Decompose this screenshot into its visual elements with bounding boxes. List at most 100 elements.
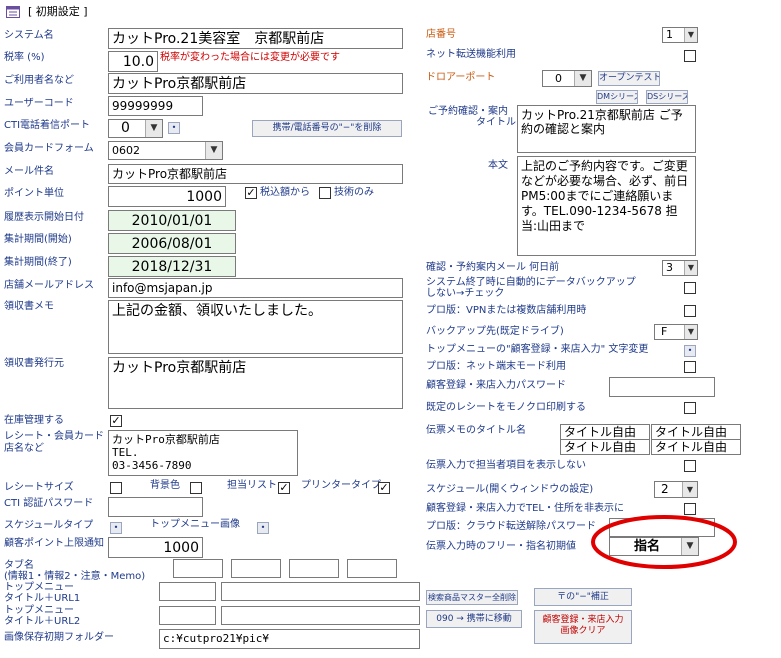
chevron-down-icon[interactable]: ▼ <box>684 28 697 42</box>
chevron-down-icon[interactable]: ▼ <box>684 325 697 339</box>
customer-password-input[interactable] <box>609 377 715 397</box>
user-name-input[interactable]: カットPro京都駅前店 <box>108 73 403 94</box>
top-menu-2-label-2: タイトル＋URL2 <box>4 616 81 627</box>
tech-only-checkbox[interactable] <box>319 187 331 199</box>
slip-memo-title-4[interactable]: タイトル自由 <box>651 439 741 455</box>
ds-series-button[interactable]: DSシリーズ <box>646 90 688 104</box>
tax-rate-input[interactable]: 10.0 <box>108 51 158 72</box>
top-menu-1-url-input[interactable] <box>221 582 420 601</box>
top-menu-2-url-input[interactable] <box>221 606 420 625</box>
image-folder-input[interactable]: c:¥cutpro21¥pic¥ <box>159 629 420 649</box>
receipt-issuer-textarea[interactable]: カットPro京都駅前店 <box>108 357 403 409</box>
dm-series-button[interactable]: DMシリーズ <box>596 90 638 104</box>
confirm-mail-label: 確認・予約案内メール 何日前 <box>426 262 560 273</box>
receipt-store-textarea[interactable]: カットPro京都駅前店 TEL. 03-3456-7890 <box>108 430 298 476</box>
receipt-memo-textarea[interactable]: 上記の金額、領収いたしました。 <box>108 300 403 354</box>
body-text-textarea[interactable]: 上記のご予約内容です。ご変更などが必要な場合、必ず、前日PM5:00までにご連絡… <box>517 156 696 256</box>
inventory-checkbox[interactable]: ✓ <box>110 415 122 427</box>
receipt-size-checkbox[interactable] <box>110 482 122 494</box>
period-end-input[interactable]: 2018/12/31 <box>108 256 236 277</box>
delete-product-master-button[interactable]: 検索商品マスター全削除 <box>426 590 518 605</box>
user-code-input[interactable]: 99999999 <box>108 96 203 116</box>
store-mail-label: 店舗メールアドレス <box>4 280 94 291</box>
point-unit-input[interactable]: 1000 <box>108 186 226 207</box>
chevron-down-icon[interactable]: ▼ <box>682 482 697 497</box>
cti-password-input[interactable] <box>108 497 203 517</box>
period-end-label: 集計期間(終了) <box>4 257 72 268</box>
cti-port-dot-button[interactable]: • <box>168 122 180 134</box>
receipt-size-label: レシートサイズ <box>4 482 74 493</box>
history-start-label: 履歴表示開始日付 <box>4 212 84 223</box>
net-transfer-checkbox[interactable] <box>684 50 696 62</box>
auto-backup-checkbox[interactable] <box>684 282 696 294</box>
inventory-label: 在庫管理する <box>4 415 64 426</box>
schedule-type-button[interactable]: • <box>110 522 122 534</box>
customer-password-label: 顧客登録・来店入力パスワード <box>426 380 566 391</box>
printer-type-checkbox[interactable]: ✓ <box>378 482 390 494</box>
reservation-title-textarea[interactable]: カットPro.21京都駅前店 ご予約の確認と案内 <box>517 105 696 153</box>
printer-type-label: プリンタータイプ <box>301 480 381 491</box>
system-name-input[interactable]: カットPro.21美容室 京都駅前店 <box>108 28 403 49</box>
point-unit-label: ポイント単位 <box>4 188 64 199</box>
tab-name-1-input[interactable] <box>173 559 223 578</box>
slip-memo-title-2[interactable]: タイトル自由 <box>651 424 741 440</box>
free-designation-label: 伝票入力時のフリー・指名初期値 <box>426 541 576 552</box>
mono-print-label: 既定のレシートをモノクロ印刷する <box>426 402 586 413</box>
receipt-store-label-2: 店名など <box>4 443 44 454</box>
chevron-down-icon[interactable]: ▼ <box>145 120 162 137</box>
cti-port-select[interactable]: 0 ▼ <box>108 119 163 138</box>
point-limit-input[interactable]: 1000 <box>108 537 203 558</box>
history-start-input[interactable]: 2010/01/01 <box>108 210 236 231</box>
cti-password-label: CTI 認証パスワード <box>4 498 94 509</box>
store-mail-input[interactable]: info@msjapan.jp <box>108 278 403 298</box>
mono-print-checkbox[interactable] <box>684 402 696 414</box>
chevron-down-icon[interactable]: ▼ <box>205 142 222 159</box>
tax-included-checkbox[interactable]: ✓ <box>245 187 257 199</box>
chevron-down-icon[interactable]: ▼ <box>574 71 591 86</box>
top-menu-2-title-input[interactable] <box>159 606 216 625</box>
backup-drive-value: F <box>661 325 668 338</box>
schedule-select[interactable]: 2 ▼ <box>654 481 698 498</box>
clear-images-line-2: 画像クリア <box>560 626 606 636</box>
tab-name-4-input[interactable] <box>347 559 397 578</box>
member-card-select[interactable]: 0602 ▼ <box>108 141 223 160</box>
pro-vpn-checkbox[interactable] <box>684 305 696 317</box>
image-folder-label: 画像保存初期フォルダー <box>4 632 114 643</box>
open-test-button[interactable]: オープンテスト <box>598 71 660 86</box>
drawer-port-select[interactable]: 0 ▼ <box>542 70 592 87</box>
cti-port-label: CTI電話着信ポート <box>4 120 91 131</box>
chevron-down-icon[interactable]: ▼ <box>684 261 697 275</box>
schedule-value: 2 <box>661 482 669 496</box>
slip-memo-title-3[interactable]: タイトル自由 <box>560 439 650 455</box>
hide-staff-checkbox[interactable] <box>684 460 696 472</box>
backup-drive-select[interactable]: F ▼ <box>654 324 698 340</box>
fix-postal-hyphen-button[interactable]: 〒の"−"補正 <box>534 588 632 606</box>
clear-customer-images-button[interactable]: 顧客登録・来店入力 画像クリア <box>534 610 632 644</box>
user-code-label: ユーザーコード <box>4 98 74 109</box>
period-start-input[interactable]: 2006/08/01 <box>108 233 236 254</box>
schedule-label: スケジュール(開くウィンドウの設定) <box>426 484 594 495</box>
tax-included-label: 税込額から <box>260 187 310 198</box>
pro-net-checkbox[interactable] <box>684 361 696 373</box>
store-number-select[interactable]: 1 ▼ <box>662 27 698 43</box>
cloud-password-label: プロ版：クラウド転送解除パスワード <box>426 521 596 532</box>
top-menu-image-button[interactable]: • <box>257 522 269 534</box>
top-menu-1-title-input[interactable] <box>159 582 216 601</box>
store-number-label: 店番号 <box>426 29 456 40</box>
move-090-button[interactable]: 090 → 携帯に移動 <box>426 610 522 628</box>
mail-subject-input[interactable]: カットPro京都駅前店 <box>108 164 403 184</box>
delete-hyphen-button[interactable]: 携帯/電話番号の"−"を削除 <box>252 120 402 137</box>
slip-memo-title-1[interactable]: タイトル自由 <box>560 424 650 440</box>
top-menu-text-button[interactable]: • <box>684 345 696 357</box>
tab-name-2-input[interactable] <box>231 559 281 578</box>
form-icon <box>6 6 20 18</box>
member-card-value: 0602 <box>112 144 140 157</box>
schedule-type-label: スケジュールタイプ <box>4 520 94 531</box>
tab-name-3-input[interactable] <box>289 559 339 578</box>
staff-list-checkbox[interactable]: ✓ <box>278 482 290 494</box>
confirm-mail-select[interactable]: 3 ▼ <box>662 260 698 276</box>
system-name-label: システム名 <box>4 30 54 41</box>
member-card-label: 会員カードフォーム <box>4 143 94 154</box>
tax-rate-label: 税率 (%) <box>4 52 45 63</box>
bg-color-checkbox[interactable] <box>190 482 202 494</box>
